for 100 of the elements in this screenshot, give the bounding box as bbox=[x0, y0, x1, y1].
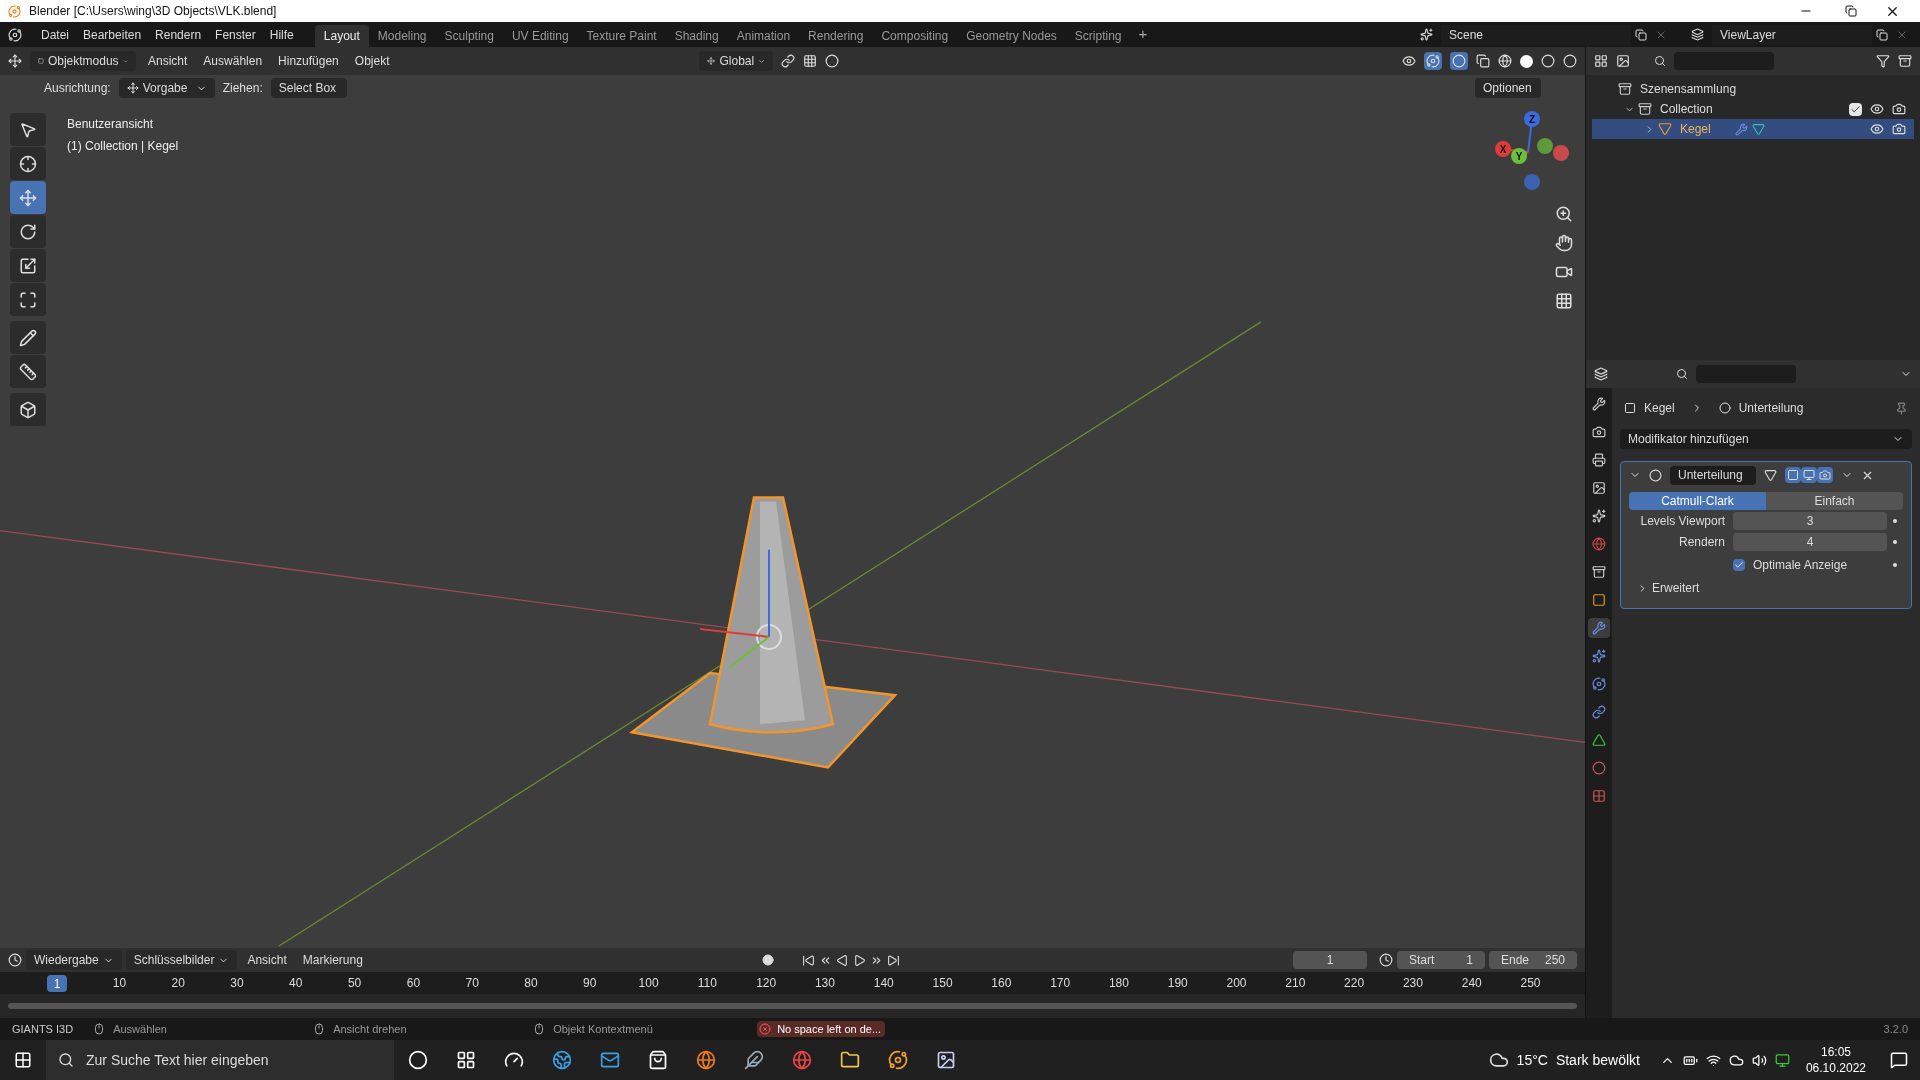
editor-type-icon[interactable] bbox=[8, 54, 22, 68]
options-dropdown[interactable]: Optionen bbox=[1475, 78, 1541, 98]
editor-type-icon[interactable] bbox=[8, 953, 22, 967]
outliner-row[interactable]: Collection bbox=[1592, 99, 1914, 119]
filter-icon[interactable] bbox=[1876, 54, 1890, 68]
modifier-tab[interactable] bbox=[1588, 618, 1610, 638]
workspace-tab[interactable]: Texture Paint bbox=[577, 25, 666, 47]
view-layer-icon[interactable] bbox=[1616, 54, 1630, 68]
edit-mode-toggle[interactable] bbox=[1764, 468, 1777, 482]
menu-item[interactable]: Rendern bbox=[148, 25, 209, 44]
cursor-tool[interactable] bbox=[10, 147, 46, 180]
viewport-toggle[interactable] bbox=[1801, 467, 1817, 483]
select-box-tool[interactable] bbox=[10, 113, 46, 146]
clock[interactable]: 16:05 06.10.2022 bbox=[1805, 1044, 1866, 1076]
menu-item[interactable]: Fenster bbox=[208, 25, 263, 44]
rotate-tool[interactable] bbox=[10, 215, 46, 248]
render-toggle[interactable] bbox=[1817, 467, 1833, 483]
editor-type-icon[interactable] bbox=[1594, 367, 1608, 381]
folder-icon[interactable] bbox=[840, 1050, 860, 1070]
menu-item[interactable]: Ansicht bbox=[144, 52, 192, 70]
add-workspace-button[interactable]: + bbox=[1130, 23, 1156, 46]
subdivision-type-tab[interactable]: Catmull-Clark bbox=[1629, 492, 1766, 510]
app-tray-icon[interactable] bbox=[1774, 1052, 1790, 1068]
task-view-icon[interactable] bbox=[456, 1050, 476, 1070]
outliner-row[interactable]: Kegel bbox=[1592, 119, 1914, 139]
current-frame-field[interactable]: 1 bbox=[1293, 951, 1367, 969]
eye-icon[interactable] bbox=[1870, 122, 1884, 136]
image-app-icon[interactable] bbox=[936, 1050, 956, 1070]
view-layer-icon[interactable] bbox=[1691, 28, 1704, 41]
jump-end-icon[interactable] bbox=[886, 953, 900, 967]
copy-icon[interactable] bbox=[1635, 28, 1647, 41]
pin-icon[interactable] bbox=[1895, 401, 1908, 415]
playhead[interactable]: 1 bbox=[47, 974, 67, 992]
add-cube-tool[interactable] bbox=[10, 393, 46, 426]
restore-icon[interactable] bbox=[1845, 5, 1857, 17]
scale-tool[interactable] bbox=[10, 249, 46, 282]
feather-icon[interactable] bbox=[744, 1050, 764, 1070]
workspace-tab[interactable]: Modeling bbox=[368, 25, 436, 47]
outliner-row[interactable]: Szenensammlung bbox=[1592, 79, 1914, 99]
wifi-icon[interactable] bbox=[1705, 1052, 1721, 1068]
overlay-toggle[interactable] bbox=[1450, 52, 1468, 70]
zoom-icon[interactable] bbox=[1555, 205, 1573, 223]
play-icon[interactable] bbox=[852, 953, 866, 967]
number-field[interactable]: 3 bbox=[1733, 512, 1887, 530]
jump-start-icon[interactable] bbox=[801, 953, 815, 967]
workspace-tab[interactable]: Geometry Nodes bbox=[957, 25, 1066, 47]
navigation-gizmo[interactable] bbox=[1495, 111, 1569, 190]
orientation-dropdown[interactable]: Vorgabe bbox=[118, 78, 215, 98]
scene-icon[interactable] bbox=[1420, 28, 1433, 41]
workspace-tab[interactable]: Sculpting bbox=[435, 25, 503, 47]
display-mode-icon[interactable] bbox=[1594, 54, 1608, 68]
store-icon[interactable] bbox=[648, 1050, 668, 1070]
notifications-icon[interactable] bbox=[1890, 1051, 1908, 1069]
workspace-tab[interactable]: Rendering bbox=[799, 25, 873, 47]
mail-icon[interactable] bbox=[600, 1050, 620, 1070]
playback-dropdown[interactable]: Wiedergabe bbox=[26, 950, 122, 970]
menu-item[interactable]: Objekt bbox=[350, 52, 394, 70]
cloud-icon[interactable] bbox=[1728, 1052, 1744, 1068]
wireframe-shading-icon[interactable] bbox=[1498, 54, 1512, 68]
solid-shading-icon[interactable] bbox=[1520, 54, 1533, 68]
menu-item[interactable]: Datei bbox=[34, 25, 76, 44]
number-field[interactable]: 4 bbox=[1733, 533, 1887, 551]
keyframes-dropdown[interactable]: Schlüsselbilder bbox=[125, 950, 238, 970]
cage-toggle[interactable] bbox=[1785, 467, 1801, 483]
gauge-icon[interactable] bbox=[504, 1050, 524, 1070]
mode-dropdown[interactable]: Objektmodus bbox=[30, 51, 136, 71]
new-collection-icon[interactable] bbox=[1898, 54, 1912, 68]
camera-icon[interactable] bbox=[1892, 122, 1906, 136]
volume-icon[interactable] bbox=[1751, 1052, 1767, 1068]
error-message[interactable]: No space left on de... bbox=[773, 1021, 886, 1037]
transform-tool[interactable] bbox=[10, 283, 46, 316]
checkbox[interactable] bbox=[1733, 559, 1745, 571]
copy-icon[interactable] bbox=[1876, 28, 1888, 41]
orientation-dropdown[interactable]: Global bbox=[699, 51, 774, 71]
menu-item[interactable]: Markierung bbox=[296, 951, 369, 969]
proportional-edit-icon[interactable] bbox=[825, 54, 840, 68]
scene-field[interactable]: Scene bbox=[1441, 24, 1631, 45]
menu-item[interactable]: Hinzufügen bbox=[274, 52, 343, 70]
workspace-tab[interactable]: Compositing bbox=[872, 25, 958, 47]
modifier-name-field[interactable]: Unterteilung bbox=[1670, 465, 1756, 485]
pan-hand-icon[interactable] bbox=[1555, 234, 1573, 252]
snap-icon[interactable] bbox=[803, 54, 818, 68]
add-modifier-dropdown[interactable]: Modifikator hinzufügen bbox=[1620, 429, 1912, 449]
browser-icon[interactable] bbox=[552, 1050, 572, 1070]
workspace-tab[interactable]: Shading bbox=[665, 25, 728, 47]
material-shading-icon[interactable] bbox=[1541, 54, 1555, 68]
workspace-tab[interactable]: UV Editing bbox=[502, 25, 578, 47]
timer-icon[interactable] bbox=[1379, 953, 1393, 967]
rendered-shading-icon[interactable] bbox=[1563, 54, 1577, 68]
workspace-tab[interactable]: Layout bbox=[314, 25, 369, 47]
drag-dropdown[interactable]: Select Box bbox=[270, 78, 347, 98]
scrollbar[interactable] bbox=[8, 1003, 1577, 1009]
camera-icon[interactable] bbox=[1892, 102, 1906, 116]
view-layer-field[interactable]: ViewLayer bbox=[1712, 24, 1872, 45]
xray-icon[interactable] bbox=[1476, 54, 1490, 68]
menu-item[interactable]: Ansicht bbox=[241, 951, 293, 969]
cortana-icon[interactable] bbox=[408, 1050, 428, 1070]
menu-item[interactable]: Hilfe bbox=[262, 25, 301, 44]
grid-view-icon[interactable] bbox=[1555, 292, 1573, 310]
start-frame-field[interactable]: Start 1 bbox=[1397, 951, 1485, 969]
